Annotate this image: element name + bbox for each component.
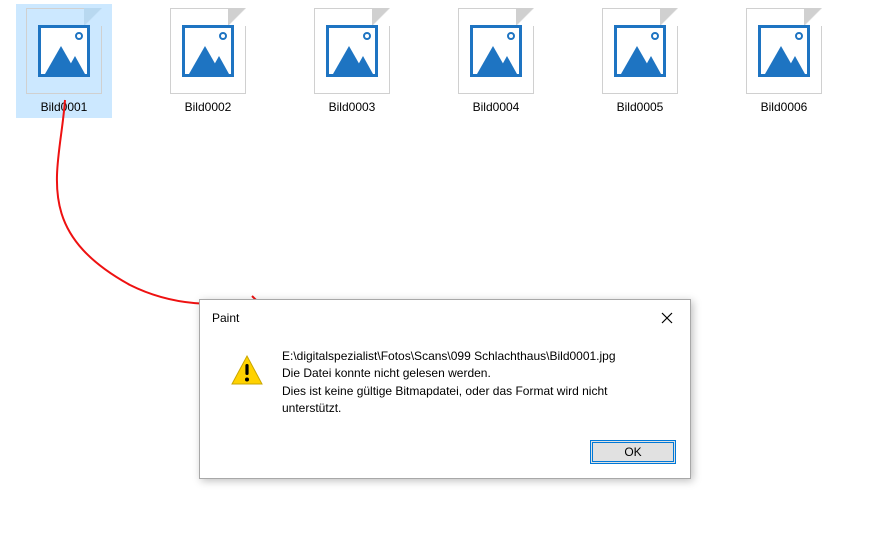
image-file-icon <box>170 8 246 94</box>
dialog-line2: Die Datei konnte nicht gelesen werden. <box>282 365 670 382</box>
image-file-icon <box>602 8 678 94</box>
close-icon[interactable] <box>654 308 680 328</box>
dialog-line3: Dies ist keine gültige Bitmapdatei, oder… <box>282 383 670 418</box>
file-grid: Bild0001 Bild0002 Bild0003 Bild0004 Bild… <box>0 0 871 122</box>
file-label: Bild0003 <box>329 100 376 114</box>
file-item[interactable]: Bild0002 <box>160 4 256 118</box>
image-file-icon <box>26 8 102 94</box>
file-item[interactable]: Bild0005 <box>592 4 688 118</box>
file-label: Bild0002 <box>185 100 232 114</box>
file-label: Bild0004 <box>473 100 520 114</box>
dialog-titlebar: Paint <box>200 300 690 334</box>
file-item[interactable]: Bild0003 <box>304 4 400 118</box>
image-file-icon <box>458 8 534 94</box>
dialog-path: E:\digitalspezialist\Fotos\Scans\099 Sch… <box>282 348 670 365</box>
image-file-icon <box>746 8 822 94</box>
file-label: Bild0006 <box>761 100 808 114</box>
file-item[interactable]: Bild0006 <box>736 4 832 118</box>
warning-icon <box>230 354 264 418</box>
file-item[interactable]: Bild0004 <box>448 4 544 118</box>
file-label: Bild0005 <box>617 100 664 114</box>
ok-button[interactable]: OK <box>590 440 676 464</box>
dialog-message: E:\digitalspezialist\Fotos\Scans\099 Sch… <box>282 348 670 418</box>
file-item[interactable]: Bild0001 <box>16 4 112 118</box>
image-file-icon <box>314 8 390 94</box>
annotation-arrow-icon <box>20 90 280 320</box>
file-label: Bild0001 <box>41 100 88 114</box>
dialog-title: Paint <box>212 311 239 325</box>
error-dialog: Paint E:\digitalspezialist\Fotos\Scans\0… <box>199 299 691 479</box>
